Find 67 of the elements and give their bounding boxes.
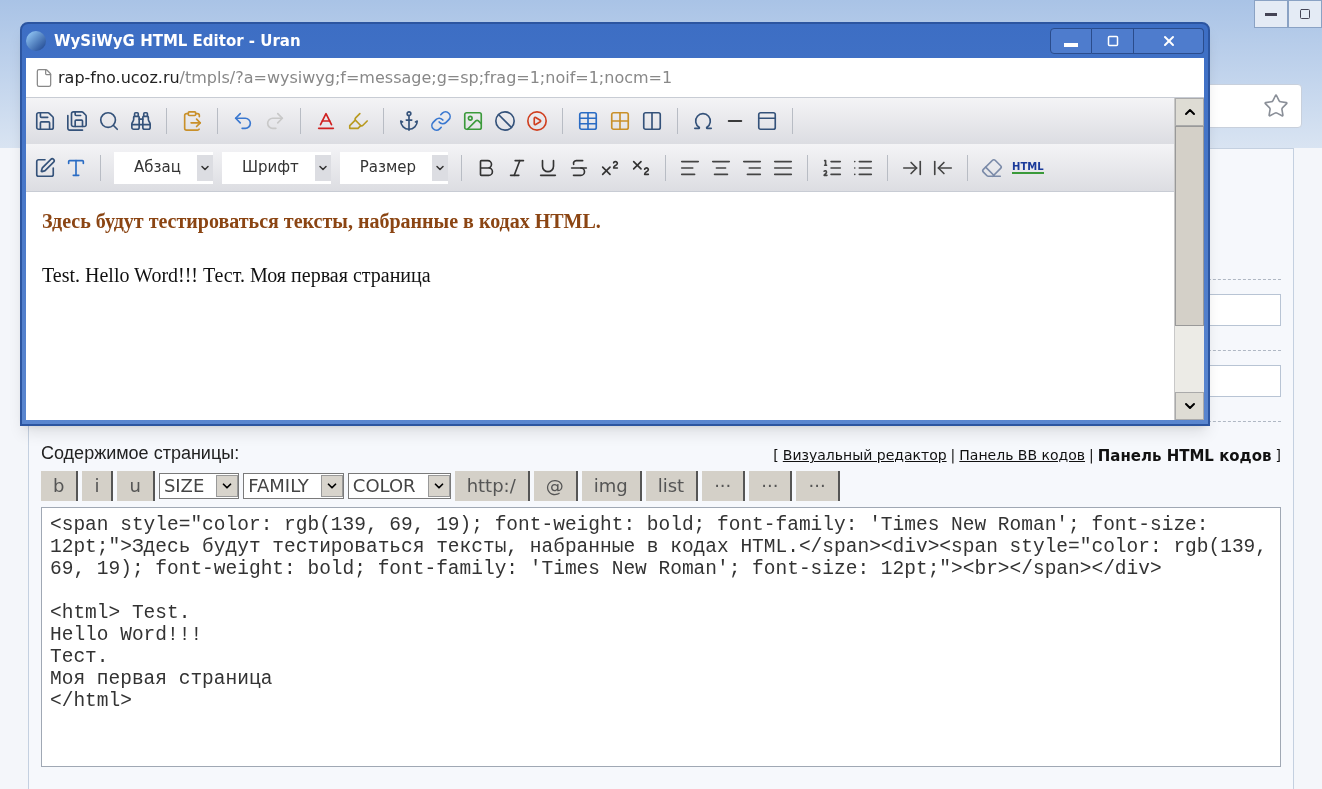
save-all-icon[interactable] — [66, 110, 88, 132]
undo-icon[interactable] — [232, 110, 254, 132]
format-select[interactable]: FAMILY — [243, 473, 344, 499]
zoom-icon[interactable] — [98, 110, 120, 132]
bb-code-button[interactable]: @ — [533, 471, 578, 501]
scrollbar[interactable] — [1174, 98, 1204, 420]
binoculars-icon[interactable] — [130, 110, 152, 132]
eraser-icon[interactable] — [981, 156, 1004, 179]
maximize-button[interactable] — [1092, 28, 1134, 54]
separator-text: | — [1089, 446, 1094, 466]
minimize-icon — [1064, 43, 1078, 47]
editor-mode-link[interactable]: Визуальный редактор — [782, 445, 947, 467]
bb-code-button[interactable]: b — [41, 471, 79, 501]
bb-code-button[interactable]: img — [581, 471, 642, 501]
bb-code-button[interactable]: list — [645, 471, 699, 501]
anchor-icon[interactable] — [398, 110, 420, 132]
editor-paragraph: Здесь будут тестироваться тексты, набранные в кодах HTML. — [42, 209, 602, 235]
field-label: Содержимое страницы: — [41, 442, 240, 465]
bb-code-button[interactable]: i — [82, 471, 114, 501]
minimize-button[interactable] — [1050, 28, 1092, 54]
code-line: 12pt;">Здесь будут тестироваться тексты, набранные в кодах HTML.</span><div><span style="color: rgb(139, — [50, 536, 1268, 558]
bb-code-button[interactable]: u — [117, 471, 155, 501]
page-icon — [34, 67, 54, 88]
image-icon[interactable] — [462, 110, 484, 132]
minimize-button[interactable] — [1254, 0, 1288, 28]
maximize-icon — [1299, 8, 1311, 20]
url-text: rap-fno.ucoz.ru/tmpls/?a=wysiwyg;f=message;g=sp;frag=1;noif=1;nocm=1 — [58, 66, 673, 89]
code-line: Hello Word!!! — [50, 624, 204, 646]
omega-icon[interactable] — [692, 110, 714, 132]
minimize-icon — [1265, 12, 1277, 16]
format-dropdown[interactable]: Абзац — [114, 151, 213, 184]
editor-mode-link[interactable]: Панель BB кодов — [959, 445, 1085, 467]
bracket-text: ] — [1275, 446, 1281, 466]
bb-code-button[interactable]: ··· — [796, 471, 840, 501]
editor-mode-link[interactable]: Панель HTML кодов — [1097, 444, 1272, 467]
bb-code-button[interactable]: ··· — [749, 471, 793, 501]
code-line: <html> Test. — [50, 602, 192, 624]
bb-code-button[interactable]: http:/ — [454, 471, 530, 501]
html-code-textarea[interactable] — [41, 507, 1281, 767]
layout-icon[interactable] — [641, 110, 663, 132]
maximize-icon — [1106, 35, 1119, 47]
bracket-text: [ — [773, 446, 779, 466]
html-source-button[interactable]: HTML — [1012, 161, 1044, 174]
bb-code-button[interactable]: ··· — [702, 471, 746, 501]
format-select[interactable]: SIZE — [158, 473, 240, 499]
code-line: </html> — [50, 690, 133, 712]
link-icon[interactable] — [430, 110, 452, 132]
code-line: Тест. — [50, 646, 110, 668]
code-line: <span style="color: rgb(139, 69, 19); font-weight: bold; font-family: 'Times New Roman'; font-size: — [50, 514, 1210, 536]
font-color-icon[interactable] — [315, 110, 337, 132]
editor-paragraph: Test. Hello Word!!! Тест. Моя первая страница — [42, 263, 432, 289]
window-title: WySiWyG HTML Editor - Uran — [54, 30, 301, 52]
star-icon[interactable] — [1263, 93, 1289, 119]
table-icon[interactable] — [577, 110, 599, 132]
format-dropdown[interactable]: Размер — [339, 151, 449, 184]
circle-slash-icon[interactable] — [494, 110, 516, 132]
edit-icon[interactable] — [34, 156, 56, 179]
app-logo-icon — [26, 31, 46, 51]
separator-text: | — [950, 446, 956, 466]
maximize-button[interactable] — [1288, 0, 1322, 28]
code-line: 69, 19); font-weight: bold; font-family: 'Times New Roman'; font-size: 12pt;"><br></span></div> — [50, 558, 1163, 580]
format-select[interactable]: COLOR — [347, 473, 451, 499]
format-dropdown[interactable]: Шрифт — [221, 151, 331, 184]
play-icon[interactable] — [526, 110, 548, 132]
save-icon[interactable] — [34, 110, 56, 132]
code-line: Моя первая страница — [50, 668, 274, 690]
close-button[interactable] — [1134, 28, 1204, 54]
